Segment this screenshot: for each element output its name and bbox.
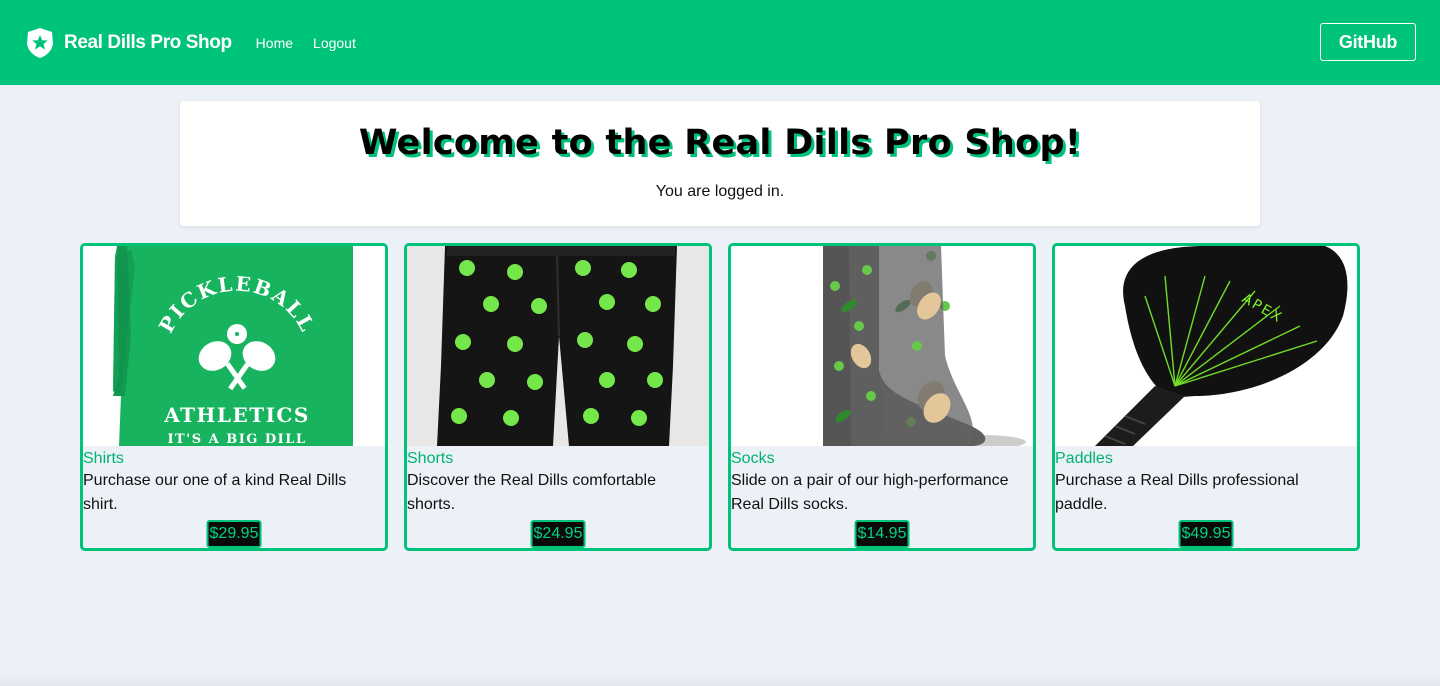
login-status: You are logged in. [655,183,785,200]
product-card-socks[interactable]: Socks Slide on a pair of our high-perfor… [728,243,1036,551]
welcome-card: Welcome to the Real Dills Pro Shop! You … [180,101,1260,226]
product-description: Discover the Real Dills comfortable shor… [407,472,656,513]
product-card-paddles[interactable]: APEX Paddles Purchase a Real Dills profe… [1052,243,1360,551]
product-title[interactable]: Paddles [1055,449,1357,469]
welcome-title: Welcome to the Real Dills Pro Shop! [358,123,1082,163]
auth0-star-shield-icon [27,27,53,58]
price-badge[interactable]: $29.95 [206,520,262,548]
product-description: Slide on a pair of our high-performance … [731,472,1009,513]
product-description: Purchase a Real Dills professional paddl… [1055,472,1299,513]
pickle-socks-image [731,246,1033,446]
pickleball-shorts-image [407,246,709,446]
nav-links: Home Logout [256,35,356,51]
product-card-shorts[interactable]: Shorts Discover the Real Dills comfortab… [404,243,712,551]
product-card-shirts[interactable]: PICKLEBALL ATHLETICS IT'S A BIG DILL Shi… [80,243,388,551]
brand[interactable]: Real Dills Pro Shop [25,27,232,59]
product-title[interactable]: Shorts [407,449,709,469]
price-badge[interactable]: $49.95 [1178,520,1234,548]
price-badge[interactable]: $14.95 [854,520,910,548]
product-description: Purchase our one of a kind Real Dills sh… [83,472,347,513]
nav-link-logout[interactable]: Logout [313,35,356,51]
pickleball-paddle-image: APEX [1055,246,1357,446]
page-footer-shade [0,676,1440,686]
shirt-mid-text: ATHLETICS [163,403,310,427]
price-badge[interactable]: $24.95 [530,520,586,548]
pickleball-shirt-image: PICKLEBALL ATHLETICS IT'S A BIG DILL [83,246,385,446]
brand-name: Real Dills Pro Shop [64,31,232,53]
nav-link-home[interactable]: Home [256,35,293,51]
shirt-low-text: IT'S A BIG DILL [167,432,306,446]
github-button[interactable]: GitHub [1320,23,1416,61]
product-title[interactable]: Shirts [83,449,385,469]
product-title[interactable]: Socks [731,449,1033,469]
top-navbar: Real Dills Pro Shop Home Logout GitHub [0,0,1440,85]
